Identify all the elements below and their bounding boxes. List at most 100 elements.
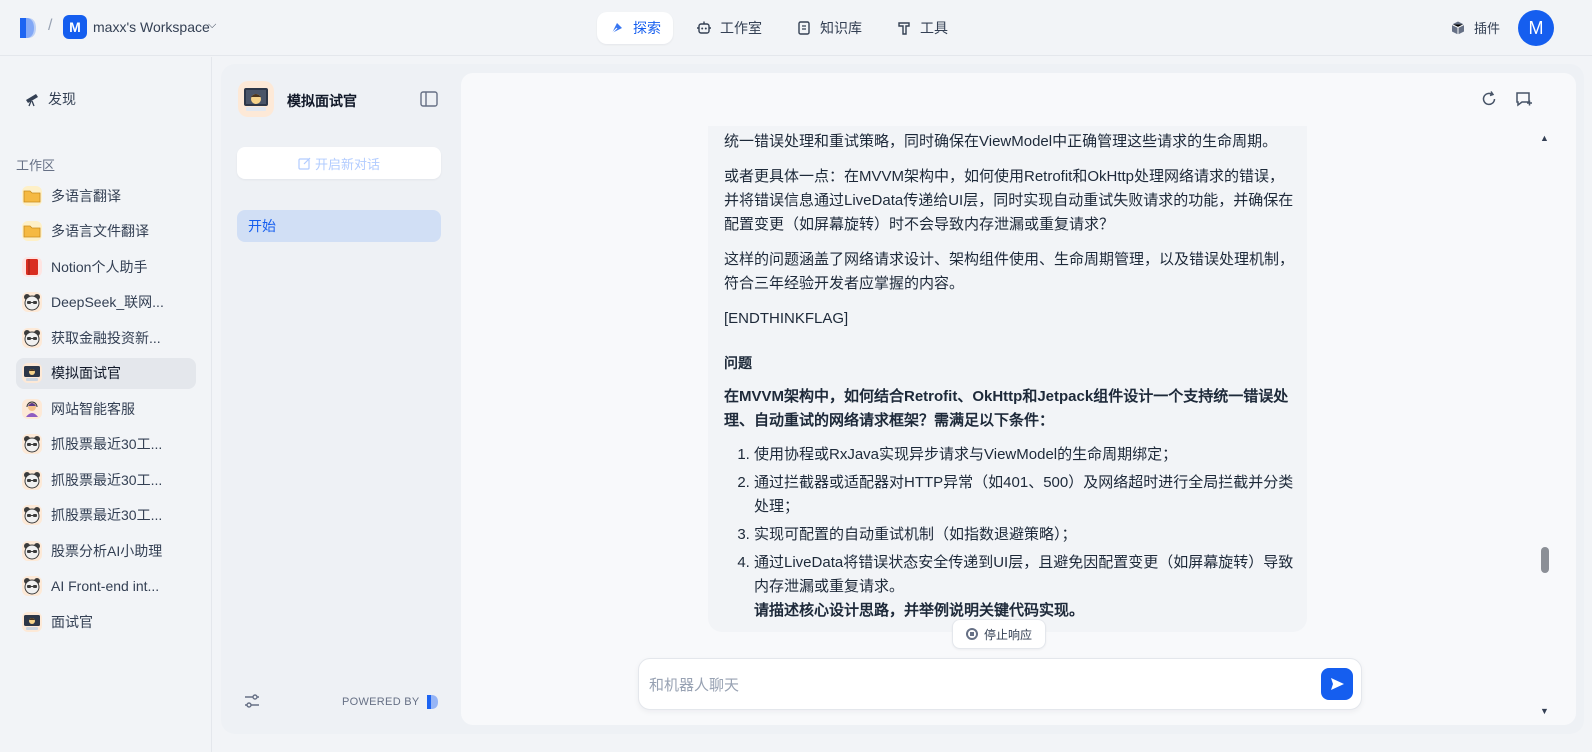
folder-icon [22,185,42,206]
sidebar-app-label: 多语言文件翻译 [51,223,149,239]
book-icon [798,21,810,35]
bear-icon [22,292,42,312]
sidebar-app-label: 股票分析AI小助理 [51,542,163,559]
dify-logo-icon[interactable] [18,16,38,40]
powered-by-label: POWERED BY [342,696,420,708]
message-question: 在MVVM架构中，如何结合Retrofit、OkHttp和Jetpack组件设计… [724,388,1289,429]
sidebar-app-item[interactable]: 获取金融投资新... [16,322,196,353]
sidebar-app-label: 获取金融投资新... [51,329,161,346]
dify-small-logo-icon [426,695,438,709]
bot-message: 统一错误处理和重试策略，同时确保在ViewModel中正确管理这些请求的生命周期… [708,126,1307,632]
sidebar-app-label: Notion个人助手 [51,258,148,275]
sidebar-app-item[interactable]: DeepSeek_联网... [16,287,196,318]
nav-studio-label: 工作室 [720,20,762,36]
sidebar-app-item[interactable]: 多语言翻译 [16,180,196,211]
list-item: 通过LiveData将错误状态安全传递到UI层，且避免因配置变更（如屏幕旋转）导… [754,551,1294,623]
sidebar-app-item[interactable]: 面试官 [16,606,196,637]
bot-avatar [238,81,274,117]
sidebar-app-label: DeepSeek_联网... [51,294,164,310]
list-item: 通过拦截器或适配器对HTTP异常（如401、500）及网络超时进行全局拦截并分类… [754,471,1294,519]
nav-explore-label: 探索 [633,20,661,36]
workspace-name[interactable]: maxx's Workspace [93,19,210,35]
user-avatar[interactable]: M [1518,10,1554,46]
chat-input[interactable] [649,672,1229,698]
monitor-icon [22,363,42,383]
nav-tools[interactable]: 工具 [884,12,960,44]
refresh-icon[interactable] [1480,90,1498,108]
book-red-icon [22,256,42,277]
send-button[interactable] [1321,668,1353,700]
sidebar-app-item[interactable]: 多语言文件翻译 [16,216,196,247]
nav-studio[interactable]: 工作室 [684,12,774,44]
sidebar-collapse-icon[interactable] [420,91,438,107]
workspace-avatar[interactable]: M [63,15,87,39]
new-chat-icon[interactable] [1515,90,1533,108]
support-agent-icon [22,398,42,419]
sidebar-app-item[interactable]: 网站智能客服 [16,393,196,424]
sidebar-app-label: 面试官 [51,613,93,630]
bot-title: 模拟面试官 [287,93,357,109]
plugin-label: 插件 [1474,21,1501,36]
bear-icon [22,576,42,596]
bear-icon [22,505,42,525]
sidebar-app-label: 抓股票最近30工... [51,471,163,488]
powered-by: POWERED BY [342,694,440,710]
stop-icon [965,628,978,640]
list-item-text: 通过LiveData将错误状态安全传递到UI层，且避免因配置变更（如屏幕旋转）导… [754,554,1294,595]
new-chat-label: 开启新对话 [314,156,380,172]
stop-response-button[interactable]: 停止响应 [952,619,1046,649]
sidebar-app-item[interactable]: 抓股票最近30工... [16,464,196,495]
chat-input-container [638,658,1362,710]
chevron-down-icon[interactable]: ⌵ [208,19,216,32]
breadcrumb-separator: / [48,17,53,34]
sidebar-app-label: 抓股票最近30工... [51,436,163,452]
monitor-icon [22,611,42,632]
list-item: 实现可配置的自动重试机制（如指数退避策略）； [754,523,1294,547]
scroll-up-arrow[interactable]: ▲ [1540,133,1549,143]
sidebar-app-item[interactable]: Notion个人助手 [16,251,196,282]
sidebar-app-item[interactable]: AI Front-end int... [16,571,196,602]
nav-explore[interactable]: 探索 [597,12,673,44]
sidebar-app-label: 模拟面试官 [51,365,121,381]
bear-icon [22,327,42,348]
conversation-item[interactable]: 开始 [237,210,441,242]
sidebar-app-item[interactable]: 股票分析AI小助理 [16,535,196,566]
robot-icon [697,21,711,34]
sidebar-app-label: AI Front-end int... [51,578,160,594]
settings-sliders-icon[interactable] [244,693,260,709]
send-icon [1331,678,1344,690]
message-paragraph: 或者更具体一点：在MVVM架构中，如何使用Retrofit和OkHttp处理网络… [724,168,1294,233]
sidebar-app-item[interactable]: 抓股票最近30工... [16,500,196,531]
message-closing: 请描述核心设计思路，并举例说明关键代码实现。 [754,602,1085,619]
message-heading: 问题 [724,355,752,371]
bear-icon [22,469,42,490]
workspace-section-label: 工作区 [16,158,56,173]
scroll-down-arrow[interactable]: ▼ [1540,706,1549,716]
sidebar-app-label: 多语言翻译 [51,187,121,204]
folder-icon [22,221,42,241]
sidebar-app-item[interactable]: 抓股票最近30工... [16,429,196,460]
scrollbar-thumb[interactable] [1541,547,1549,573]
compass-icon [611,23,622,34]
nav-knowledge[interactable]: 知识库 [784,12,874,44]
sidebar: 发现 工作区 多语言翻译多语言文件翻译 Notion个人助手 DeepSeek_联网… [0,57,212,752]
list-item: 使用协程或RxJava实现异步请求与ViewModel的生命周期绑定； [754,443,1294,467]
nav-tools-label: 工具 [920,20,948,36]
plugin-button[interactable]: 插件 [1450,18,1500,37]
cube-icon [1451,21,1465,34]
app-list: 多语言翻译多语言文件翻译 Notion个人助手 DeepSeek_联网... 获取金融… [16,180,196,642]
bear-icon [22,434,42,454]
message-paragraph: 统一错误处理和重试策略，同时确保在ViewModel中正确管理这些请求的生命周期… [724,133,1278,150]
monitor-icon [244,88,268,111]
new-chat-button[interactable]: 开启新对话 [237,147,441,179]
edit-icon [298,157,311,170]
top-bar: / M maxx's Workspace ⌵ 探索 工作室 知识库 工具 插件 … [0,0,1592,56]
message-paragraph: 这样的问题涵盖了网络请求设计、架构组件使用、生命周期管理，以及错误处理机制，符合… [724,251,1295,292]
sidebar-app-label: 抓股票最近30工... [51,507,163,523]
sidebar-app-item[interactable]: 模拟面试官 [16,357,196,389]
bear-icon [22,540,42,561]
telescope-icon [26,94,38,107]
sidebar-item-discover[interactable]: 发现 [24,89,76,109]
stop-response-label: 停止响应 [983,627,1032,642]
nav-knowledge-label: 知识库 [820,20,862,36]
